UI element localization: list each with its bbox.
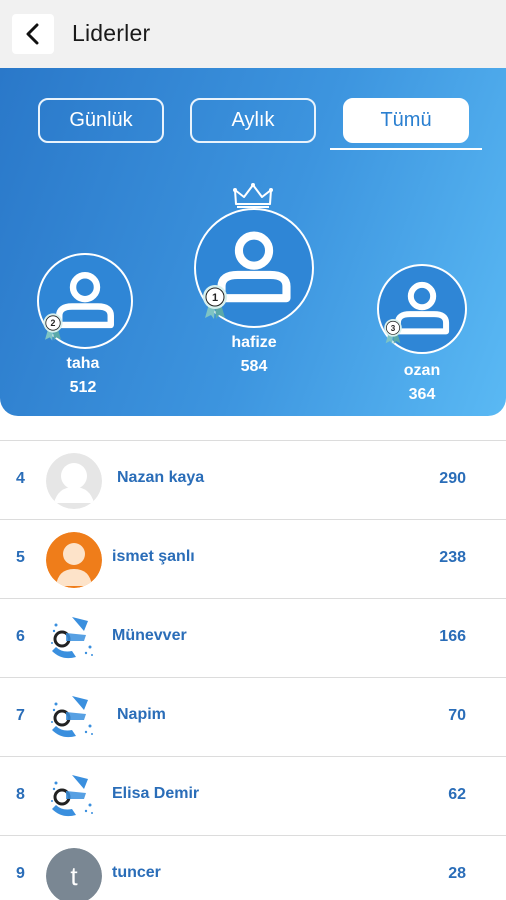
row-score: 238 <box>439 549 466 566</box>
default-person-icon <box>46 453 102 509</box>
leaderboard-row[interactable]: 4 Nazan kaya 290 <box>0 440 506 519</box>
row-name: Nazan kaya <box>117 469 205 486</box>
row-score: 28 <box>448 865 466 882</box>
row-rank: 4 <box>16 470 25 487</box>
active-tab-indicator <box>330 148 482 150</box>
row-rank: 5 <box>16 549 25 566</box>
row-rank: 7 <box>16 707 25 724</box>
row-score: 62 <box>448 786 466 803</box>
third-place-score: 364 <box>408 386 436 403</box>
row-name: ismet şanlı <box>112 548 195 565</box>
avatar-letter: t <box>70 861 78 891</box>
row-name: tuncer <box>112 864 161 881</box>
chevron-left-icon <box>26 23 39 45</box>
tab-all[interactable]: Tümü <box>343 98 469 143</box>
letter-avatar-icon: t <box>46 848 102 900</box>
row-score: 70 <box>448 707 466 724</box>
medal-gold-icon: 1 <box>203 285 227 319</box>
logo-avatar <box>46 611 102 667</box>
row-score: 290 <box>439 470 466 487</box>
default-gray-avatar <box>46 453 102 509</box>
leaderboard-row[interactable]: 9 t tuncer 28 <box>0 835 506 900</box>
row-rank: 6 <box>16 628 25 645</box>
row-rank: 8 <box>16 786 25 803</box>
row-rank: 9 <box>16 865 25 882</box>
back-button[interactable] <box>12 14 54 54</box>
leaderboard-row[interactable]: 7 Napim 70 <box>0 677 506 756</box>
podium-panel: Günlük Aylık Tümü 1 hafize 584 2 taha 51… <box>0 68 506 416</box>
third-place-name: ozan <box>403 362 441 379</box>
logo-avatar <box>46 690 102 746</box>
person-icon <box>46 532 102 588</box>
medal-bronze-icon: 3 <box>384 319 402 344</box>
row-name: Elisa Demir <box>112 785 200 802</box>
first-place-name: hafize <box>231 334 277 351</box>
crown-icon <box>233 183 273 208</box>
first-place-score: 584 <box>240 358 268 375</box>
tab-monthly[interactable]: Aylık <box>190 98 316 143</box>
leaderboard-row[interactable]: 6 Münevver 166 <box>0 598 506 677</box>
orange-person-avatar <box>46 532 102 588</box>
medal-rank-label: 3 <box>391 324 396 333</box>
app-logo-icon <box>46 690 102 746</box>
app-logo-icon <box>46 769 102 825</box>
leaderboard-row[interactable]: 5 ismet şanlı 238 <box>0 519 506 598</box>
medal-silver-icon: 2 <box>43 313 63 341</box>
row-name: Napim <box>117 706 166 723</box>
app-bar: Liderler <box>0 0 506 68</box>
page-title: Liderler <box>72 20 151 46</box>
leaderboard-row[interactable]: 8 Elisa Demir 62 <box>0 756 506 835</box>
second-place-score: 512 <box>69 379 97 396</box>
letter-avatar: t <box>46 848 102 900</box>
medal-rank-label: 1 <box>212 292 218 304</box>
second-place-name: taha <box>66 355 100 372</box>
tab-daily[interactable]: Günlük <box>38 98 164 143</box>
logo-avatar <box>46 769 102 825</box>
row-name: Münevver <box>112 627 187 644</box>
row-score: 166 <box>439 628 466 645</box>
app-logo-icon <box>46 611 102 667</box>
medal-rank-label: 2 <box>51 318 56 328</box>
